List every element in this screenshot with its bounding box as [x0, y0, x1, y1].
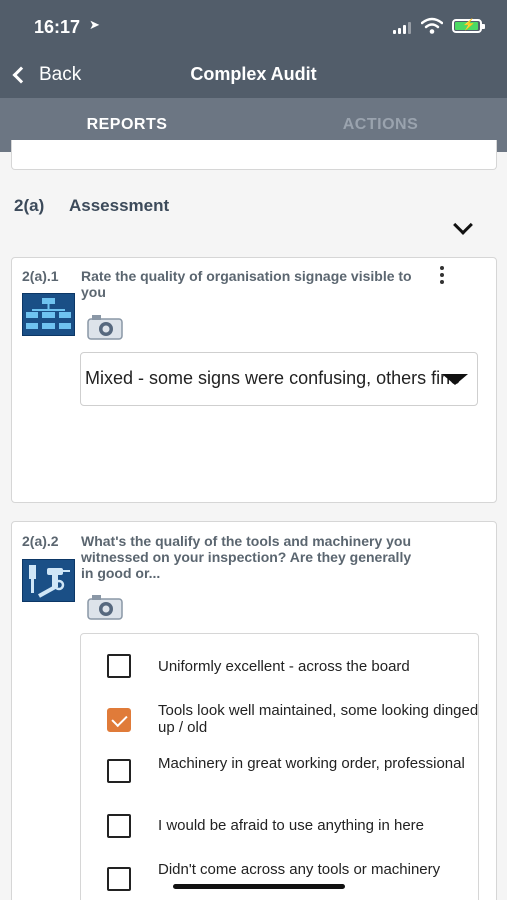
question-card: 2(a).2 What's the qualify of the tools a… [11, 521, 497, 900]
home-indicator[interactable] [173, 884, 345, 889]
section-title: Assessment [69, 196, 170, 215]
checkbox-checked[interactable] [107, 708, 131, 732]
page-title: Complex Audit [190, 64, 317, 84]
chevron-down-icon[interactable] [453, 215, 473, 235]
tools-icon [22, 559, 75, 602]
select-value: Mixed - some signs were confusing, other… [85, 368, 461, 388]
question-text: What's the qualify of the tools and mach… [81, 533, 412, 581]
section-code: 2(a) [14, 196, 45, 215]
camera-icon[interactable] [86, 593, 124, 621]
app-header: 16:17 ➤ ⚡ Back Complex Audit REPORTS ACT… [0, 0, 507, 152]
status-time: 16:17 [34, 17, 81, 37]
checkbox[interactable] [107, 759, 131, 783]
option-label: Machinery in great working order, profes… [158, 755, 465, 772]
option-label: Didn't come across any tools or machiner… [158, 861, 441, 878]
more-options-icon[interactable] [438, 266, 446, 286]
battery-icon: ⚡ [452, 19, 485, 33]
wifi-icon [421, 17, 443, 34]
question-text: Rate the quality of organisation signage… [81, 268, 412, 300]
checkbox[interactable] [107, 654, 131, 678]
location-arrow-icon: ➤ [89, 17, 100, 32]
dropdown-arrow-icon [442, 374, 468, 385]
question-code: 2(a).1 [22, 268, 59, 284]
checkbox[interactable] [107, 867, 131, 891]
checkbox[interactable] [107, 814, 131, 838]
question-card: 2(a).1 Rate the quality of organisation … [11, 257, 497, 503]
signage-chart-icon [22, 293, 75, 336]
camera-icon[interactable] [86, 313, 124, 341]
status-bar: 16:17 ➤ ⚡ [0, 0, 507, 52]
option-label: Uniformly excellent - across the board [158, 658, 410, 675]
nav-bar: Back Complex Audit [0, 52, 507, 98]
cellular-signal-icon [393, 22, 413, 34]
option-label: I would be afraid to use anything in her… [158, 817, 425, 834]
option-label: Tools look well maintained, some looking… [158, 702, 479, 736]
checkbox-options: Uniformly excellent - across the board T… [80, 633, 479, 900]
question-code: 2(a).2 [22, 533, 59, 549]
previous-question-card [11, 140, 497, 170]
answer-select[interactable]: Mixed - some signs were confusing, other… [80, 352, 478, 406]
